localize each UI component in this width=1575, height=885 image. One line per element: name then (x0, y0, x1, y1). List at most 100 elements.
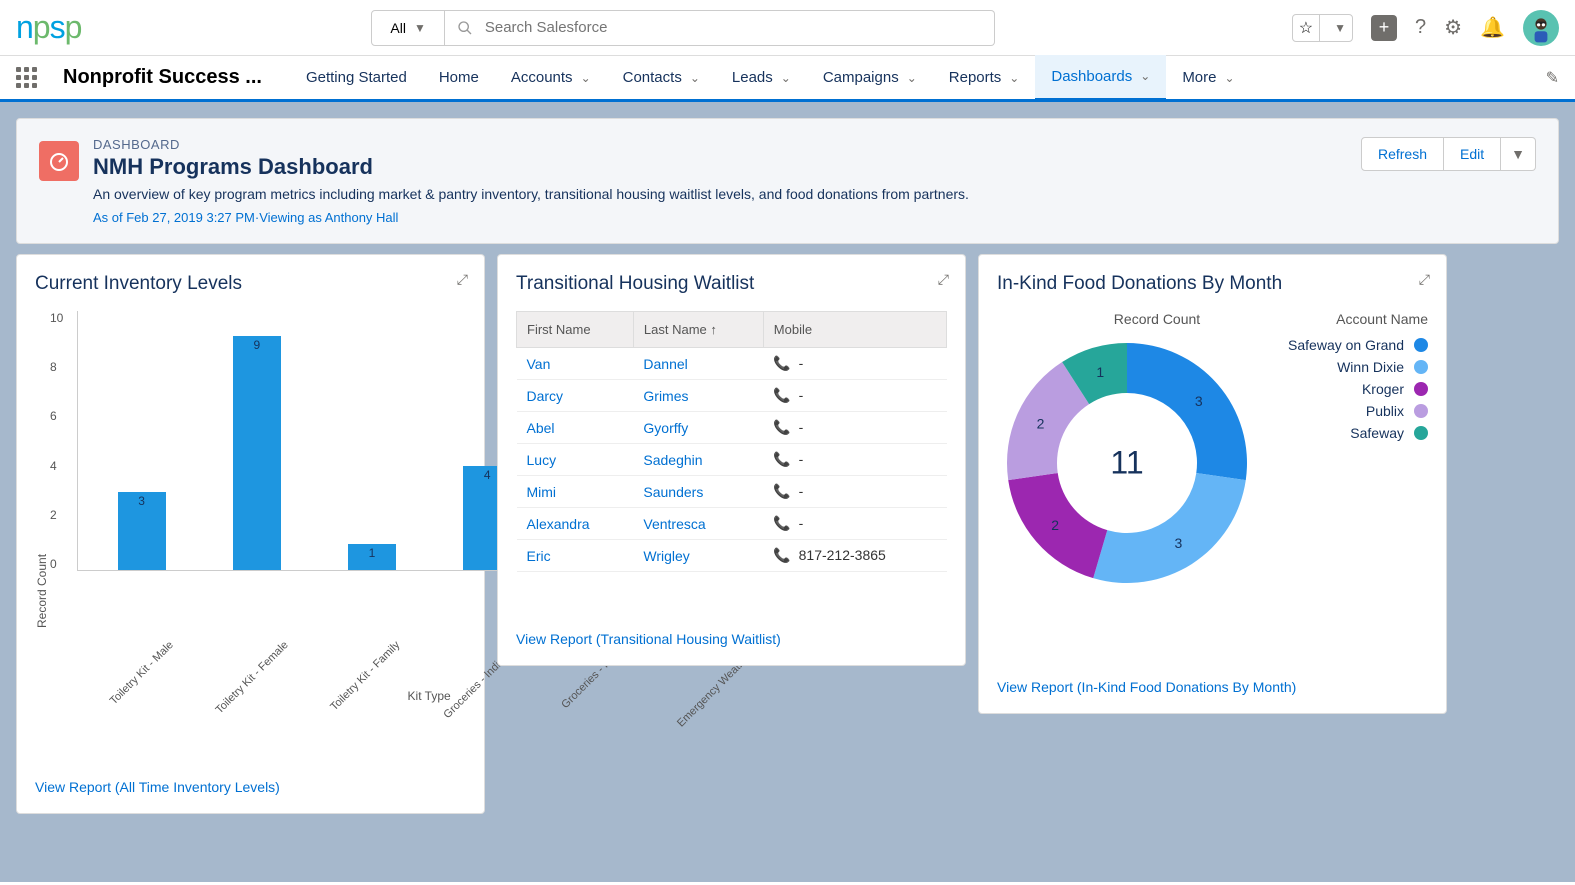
last-name-cell[interactable]: Sadeghin (633, 444, 763, 476)
view-report-link[interactable]: View Report (All Time Inventory Levels) (35, 779, 280, 795)
first-name-cell[interactable]: Mimi (517, 476, 634, 508)
last-name-cell[interactable]: Grimes (633, 380, 763, 412)
nav-item-getting-started[interactable]: Getting Started (290, 55, 423, 101)
table-row: EricWrigley📞 817-212-3865 (517, 540, 947, 572)
bar[interactable]: 9 (233, 336, 281, 570)
donut-slice[interactable] (1093, 473, 1246, 583)
first-name-cell[interactable]: Eric (517, 540, 634, 572)
chevron-down-icon: ⌄ (1140, 69, 1150, 83)
bell-icon[interactable]: 🔔 (1480, 15, 1505, 40)
legend-item[interactable]: Safeway on Grand (1288, 337, 1428, 353)
y-axis-label: Record Count (35, 311, 49, 711)
help-icon[interactable]: ? (1415, 16, 1426, 39)
search-box[interactable] (445, 10, 995, 46)
phone-icon: 📞 (773, 355, 790, 371)
card-title: Current Inventory Levels (35, 273, 466, 295)
top-right-actions: ☆▼ + ? ⚙ 🔔 (1292, 10, 1559, 46)
waitlist-table: First NameLast Name ↑Mobile VanDannel📞 -… (516, 311, 947, 572)
nav-item-reports[interactable]: Reports⌄ (933, 55, 1036, 101)
nav-item-leads[interactable]: Leads⌄ (716, 55, 807, 101)
column-header[interactable]: First Name (517, 312, 634, 348)
search-input[interactable] (485, 19, 982, 36)
mobile-cell[interactable]: 📞 - (763, 476, 946, 508)
nav-item-more[interactable]: More⌄ (1166, 55, 1250, 101)
mobile-cell[interactable]: 📞 - (763, 444, 946, 476)
plus-icon: + (1379, 17, 1390, 38)
svg-text:2: 2 (1051, 517, 1059, 533)
avatar[interactable] (1523, 10, 1559, 46)
chevron-down-icon: ⌄ (781, 71, 791, 85)
donut-slice[interactable] (1127, 343, 1247, 480)
legend-item[interactable]: Safeway (1288, 425, 1428, 441)
bar[interactable]: 3 (118, 492, 166, 570)
top-bar: npsp All▼ ☆▼ + ? ⚙ 🔔 (0, 0, 1575, 56)
chevron-down-icon: ⌄ (1009, 71, 1019, 85)
phone-icon: 📞 (773, 483, 790, 499)
first-name-cell[interactable]: Abel (517, 412, 634, 444)
svg-text:2: 2 (1037, 416, 1045, 432)
edit-button[interactable]: Edit (1444, 137, 1501, 171)
expand-icon[interactable]: ⤢ (1419, 271, 1430, 288)
search-container: All▼ (371, 10, 994, 46)
mobile-cell[interactable]: 📞 - (763, 348, 946, 380)
expand-icon[interactable]: ⤢ (938, 271, 949, 288)
donut-label: Record Count (1057, 311, 1257, 327)
mobile-cell[interactable]: 📞 - (763, 380, 946, 412)
dashboard-icon (39, 141, 79, 181)
last-name-cell[interactable]: Ventresca (633, 508, 763, 540)
phone-icon: 📞 (773, 547, 790, 563)
waitlist-card: ⤢ Transitional Housing Waitlist First Na… (497, 254, 966, 666)
view-report-link[interactable]: View Report (In-Kind Food Donations By M… (997, 679, 1296, 695)
nav-item-accounts[interactable]: Accounts⌄ (495, 55, 607, 101)
phone-icon: 📞 (773, 451, 790, 467)
table-row: AlexandraVentresca📞 - (517, 508, 947, 540)
x-axis-label: Kit Type (77, 689, 781, 703)
column-header[interactable]: Mobile (763, 312, 946, 348)
card-title: In-Kind Food Donations By Month (997, 273, 1428, 295)
page-title: NMH Programs Dashboard (93, 154, 969, 180)
chevron-down-icon: ⌄ (581, 71, 591, 85)
view-report-link[interactable]: View Report (Transitional Housing Waitli… (516, 631, 781, 647)
mobile-cell[interactable]: 📞 - (763, 412, 946, 444)
nav-item-dashboards[interactable]: Dashboards⌄ (1035, 55, 1166, 101)
first-name-cell[interactable]: Darcy (517, 380, 634, 412)
last-name-cell[interactable]: Gyorffy (633, 412, 763, 444)
table-row: MimiSaunders📞 - (517, 476, 947, 508)
nav-item-contacts[interactable]: Contacts⌄ (607, 55, 716, 101)
last-name-cell[interactable]: Saunders (633, 476, 763, 508)
legend: Account Name Safeway on Grand Winn Dixie K… (1288, 311, 1428, 593)
dashboard-header: DASHBOARD NMH Programs Dashboard An over… (16, 118, 1559, 244)
legend-item[interactable]: Kroger (1288, 381, 1428, 397)
gear-icon[interactable]: ⚙ (1444, 15, 1462, 40)
edit-nav-icon[interactable]: ✎ (1546, 68, 1559, 88)
card-title: Transitional Housing Waitlist (516, 273, 947, 295)
last-name-cell[interactable]: Dannel (633, 348, 763, 380)
more-actions-button[interactable]: ▼ (1501, 137, 1536, 171)
legend-item[interactable]: Winn Dixie (1288, 359, 1428, 375)
expand-icon[interactable]: ⤢ (457, 271, 468, 288)
nav-item-home[interactable]: Home (423, 55, 495, 101)
favorites-button[interactable]: ☆▼ (1292, 14, 1353, 42)
app-launcher-icon[interactable] (16, 67, 37, 88)
svg-text:3: 3 (1195, 393, 1203, 409)
nav-item-campaigns[interactable]: Campaigns⌄ (807, 55, 933, 101)
first-name-cell[interactable]: Lucy (517, 444, 634, 476)
column-header[interactable]: Last Name ↑ (633, 312, 763, 348)
mobile-cell[interactable]: 📞 817-212-3865 (763, 540, 946, 572)
refresh-button[interactable]: Refresh (1361, 137, 1444, 171)
first-name-cell[interactable]: Van (517, 348, 634, 380)
donut-total: 11 (1110, 445, 1143, 482)
first-name-cell[interactable]: Alexandra (517, 508, 634, 540)
bar-chart: Record Count 0246810 391431 Toiletry Kit… (35, 311, 466, 711)
donations-card: ⤢ In-Kind Food Donations By Month Record… (978, 254, 1447, 714)
svg-text:3: 3 (1174, 535, 1182, 551)
legend-item[interactable]: Publix (1288, 403, 1428, 419)
search-filter-dropdown[interactable]: All▼ (371, 10, 444, 46)
global-actions-button[interactable]: + (1371, 15, 1397, 41)
bar[interactable]: 1 (348, 544, 396, 570)
mobile-cell[interactable]: 📞 - (763, 508, 946, 540)
last-name-cell[interactable]: Wrigley (633, 540, 763, 572)
legend-title: Account Name (1288, 311, 1428, 327)
phone-icon: 📞 (773, 387, 790, 403)
search-icon (457, 20, 473, 36)
